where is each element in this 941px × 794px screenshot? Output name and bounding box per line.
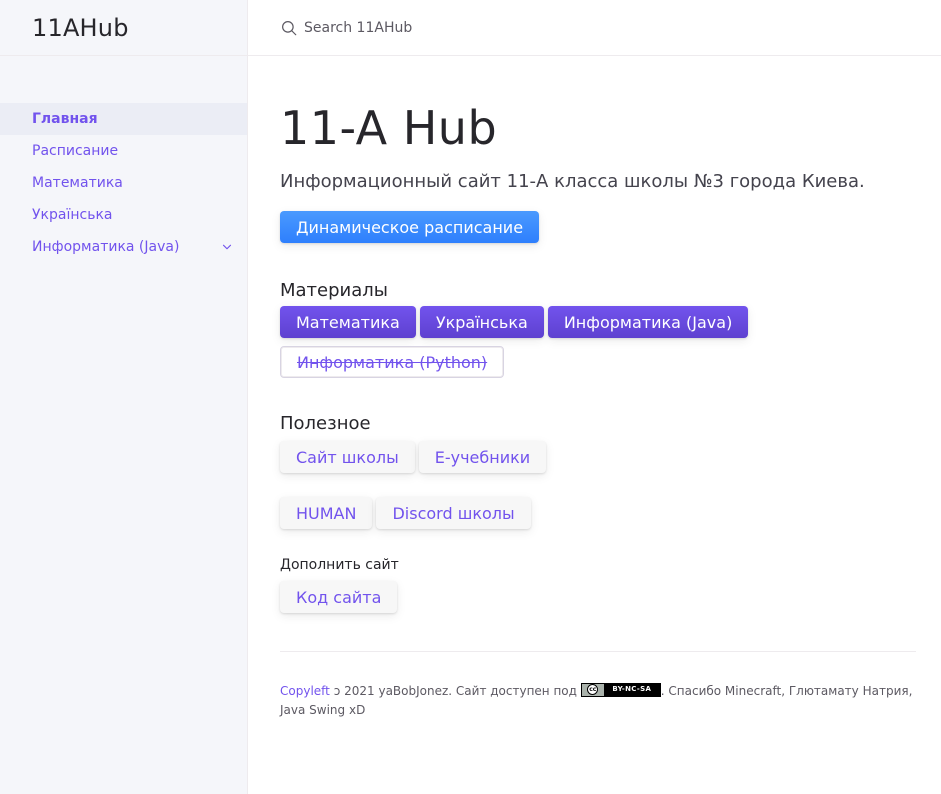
- sidebar-item-informatics-java[interactable]: Информатика (Java): [0, 231, 247, 263]
- footer-text: Copyleft ↄ 2021 yaBobJonez. Сайт доступе…: [280, 682, 916, 720]
- human-button[interactable]: HUMAN: [280, 497, 373, 529]
- copyleft-link[interactable]: Copyleft: [280, 684, 330, 698]
- contribute-heading: Дополнить сайт: [280, 557, 399, 573]
- materials-python-button[interactable]: Информатика (Python): [280, 346, 505, 378]
- useful-heading: Полезное: [280, 413, 371, 434]
- contribute-row: Код сайта: [280, 581, 916, 613]
- site-code-button[interactable]: Код сайта: [280, 581, 398, 613]
- cc-license-badge[interactable]: cc BY-NC-SA: [580, 682, 661, 697]
- useful-buttons-row1: Сайт школы Е-учебники: [280, 441, 916, 473]
- site-header: 11AHub: [0, 0, 247, 56]
- footer-divider: [280, 651, 916, 652]
- cc-badge-label: BY-NC-SA: [612, 685, 652, 693]
- search-icon: [280, 19, 298, 37]
- page-lead: Информационный сайт 11-А класса школы №3…: [280, 171, 865, 192]
- dynamic-schedule-button[interactable]: Динамическое расписание: [280, 211, 540, 243]
- school-discord-button[interactable]: Discord школы: [376, 497, 531, 529]
- search-input[interactable]: [304, 19, 704, 36]
- materials-buttons: Математика Українська Информатика (Java): [280, 306, 916, 338]
- sidebar-item-ukrainian[interactable]: Українська: [0, 199, 247, 231]
- footer-text-before-badge: 2021 yaBobJonez. Сайт доступен под: [340, 684, 581, 698]
- search-bar: [248, 0, 941, 56]
- sidebar: 11AHub Главная Расписание Математика Укр…: [0, 0, 248, 794]
- materials-ukrainian-button[interactable]: Українська: [419, 306, 544, 338]
- sidebar-item-label: Главная: [32, 111, 98, 127]
- sidebar-item-label: Українська: [32, 207, 113, 223]
- page-title: 11-A Hub: [280, 101, 498, 155]
- sidebar-item-label: Информатика (Java): [32, 239, 180, 255]
- sidebar-item-home[interactable]: Главная: [0, 103, 247, 135]
- useful-buttons-row2: HUMAN Discord школы: [280, 497, 916, 529]
- sidebar-item-schedule[interactable]: Расписание: [0, 135, 247, 167]
- main-content: 11-A Hub Информационный сайт 11-А класса…: [280, 56, 916, 720]
- materials-math-button[interactable]: Математика: [280, 306, 416, 338]
- school-site-button[interactable]: Сайт школы: [280, 441, 415, 473]
- sidebar-item-label: Расписание: [32, 143, 119, 159]
- materials-deprecated-row: Информатика (Python): [280, 346, 916, 378]
- materials-java-button[interactable]: Информатика (Java): [547, 306, 749, 338]
- site-title[interactable]: 11AHub: [32, 14, 129, 42]
- e-textbooks-button[interactable]: Е-учебники: [418, 441, 547, 473]
- materials-heading: Материалы: [280, 280, 388, 301]
- schedule-row: Динамическое расписание: [280, 211, 916, 243]
- chevron-down-icon[interactable]: [215, 235, 239, 259]
- cc-icon: cc: [587, 684, 599, 695]
- sidebar-item-math[interactable]: Математика: [0, 167, 247, 199]
- sidebar-item-label: Математика: [32, 175, 123, 191]
- sidebar-nav: Главная Расписание Математика Українська…: [0, 103, 247, 263]
